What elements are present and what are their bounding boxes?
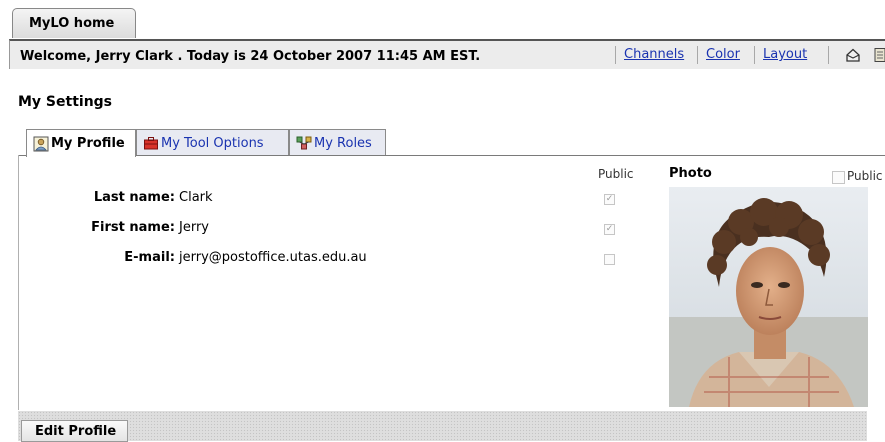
email-label: E-mail: [124, 250, 175, 265]
last-name-label: Last name: [93, 190, 175, 205]
photo-label: Photo [669, 166, 712, 181]
page-title: My Settings [18, 94, 113, 110]
tab-my-profile[interactable]: My Profile [26, 129, 136, 157]
email-value: jerry@postoffice.utas.edu.au [179, 250, 367, 265]
last-name-public-checkbox[interactable]: ✓ [604, 194, 615, 205]
tab-label: My Tool Options [161, 135, 264, 151]
color-link[interactable]: Color [706, 47, 740, 65]
tab-label: My Profile [51, 136, 125, 151]
home-icon[interactable] [845, 47, 861, 63]
tab-mylo-home-label: MyLO home [29, 16, 115, 31]
roles-icon [296, 136, 312, 150]
edit-profile-button[interactable]: Edit Profile [21, 420, 128, 442]
link-separator [828, 46, 829, 64]
tab-mylo-home[interactable]: MyLO home [12, 8, 136, 38]
link-separator [754, 46, 755, 64]
toolbox-icon [144, 137, 158, 150]
welcome-text: Welcome, Jerry Clark . Today is 24 Octob… [20, 49, 481, 64]
layout-link[interactable]: Layout [763, 47, 807, 65]
link-separator [697, 46, 698, 64]
first-name-label: First name: [91, 220, 175, 235]
welcome-bar: Welcome, Jerry Clark . Today is 24 Octob… [9, 39, 885, 69]
profile-icon [33, 136, 49, 151]
link-separator [615, 46, 616, 64]
photo-public-checkbox[interactable] [832, 171, 845, 184]
notepad-icon[interactable] [872, 47, 885, 63]
tabs-divider [18, 155, 885, 156]
last-name-value: Clark [179, 190, 213, 205]
channels-link[interactable]: Channels [624, 47, 684, 65]
first-name-public-checkbox[interactable]: ✓ [604, 224, 615, 235]
photo-public-label: Public [847, 169, 883, 183]
public-column-header: Public [598, 167, 634, 181]
tab-my-roles[interactable]: My Roles [289, 129, 386, 156]
email-public-checkbox[interactable] [604, 254, 615, 265]
first-name-value: Jerry [179, 220, 209, 235]
footer-bar [18, 411, 867, 441]
profile-photo [669, 187, 868, 407]
tab-label: My Roles [314, 135, 372, 151]
tab-my-tool-options[interactable]: My Tool Options [136, 129, 289, 156]
